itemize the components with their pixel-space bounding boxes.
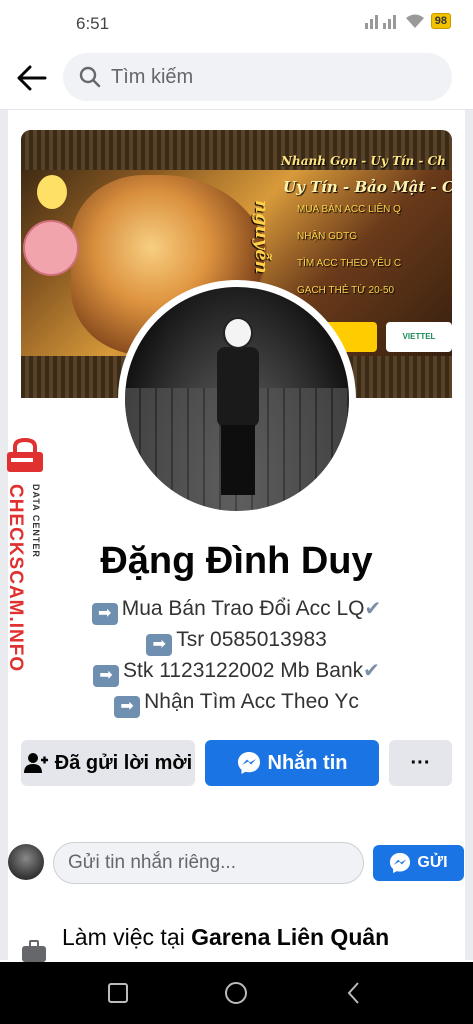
messenger-icon <box>390 852 411 874</box>
signal-icon <box>364 15 396 29</box>
right-arrow-icon: ➡ <box>146 634 173 656</box>
more-options-button[interactable]: ··· <box>389 740 452 786</box>
message-button[interactable]: Nhắn tin <box>205 740 379 786</box>
avatar-legs <box>221 425 255 495</box>
cover-carrier-badge: VIETTEL <box>386 322 452 352</box>
system-navigation-bar <box>0 962 473 1024</box>
search-icon <box>79 66 101 88</box>
search-input[interactable]: Tìm kiếm <box>63 53 452 101</box>
cover-pig-sticker <box>23 220 79 276</box>
right-gutter <box>465 110 473 960</box>
battery-indicator: 98 <box>430 13 451 29</box>
message-label: Nhắn tin <box>267 751 348 774</box>
viewer-avatar <box>8 844 44 880</box>
checkmark-icon: ✔ <box>363 660 380 682</box>
right-arrow-icon: ➡ <box>93 665 120 687</box>
search-header: Tìm kiếm <box>0 48 473 110</box>
checkmark-icon: ✔ <box>364 598 382 620</box>
right-arrow-icon: ➡ <box>91 603 118 625</box>
friend-request-label: Đã gửi lời mời <box>54 751 193 774</box>
profile-name: Đặng Đình Duy <box>100 540 373 582</box>
bio-text: Nhận Tìm Acc Theo Yc <box>144 690 359 713</box>
status-icons: 98 <box>364 13 451 29</box>
bio-text: Mua Bán Trao Đổi Acc LQ <box>121 597 365 620</box>
bio-text: Tsr 0585013983 <box>176 628 327 651</box>
bio-line: ➡ Stk 1123122002 Mb Bank✔ <box>0 656 473 687</box>
bio-line: ➡ Nhận Tìm Acc Theo Yc <box>0 687 473 718</box>
avatar-body <box>217 347 259 427</box>
cover-service-list: MUA BÁN ACC LIÊN Q NHẬN GDTG TÌM ACC THE… <box>297 204 401 312</box>
profile-bio: ➡ Mua Bán Trao Đổi Acc LQ✔ ➡ Tsr 058501398… <box>0 594 473 718</box>
status-bar: 6:51 98 <box>0 0 473 48</box>
bio-line: ➡ Tsr 0585013983 <box>0 625 473 656</box>
cover-service-item: NHẬN GDTG <box>297 231 357 242</box>
wifi-icon <box>405 14 424 28</box>
cover-vertical-word: nguyễn <box>251 200 272 274</box>
cover-chick-sticker <box>37 175 67 209</box>
work-text: Làm việc tại Garena Liên Quân <box>62 924 389 951</box>
private-message-placeholder: Gửi tin nhắn riêng... <box>68 852 236 873</box>
back-button[interactable] <box>14 60 50 96</box>
back-arrow-icon <box>17 65 47 91</box>
avatar-person <box>213 317 261 497</box>
briefcase-icon <box>22 940 46 962</box>
cover-service-item: MUA BÁN ACC LIÊN Q <box>297 204 401 215</box>
person-add-icon <box>23 753 48 773</box>
work-info-row: Làm việc tại Garena Liên Quân <box>21 922 461 962</box>
status-time: 6:51 <box>76 14 110 33</box>
back-chevron-icon <box>347 982 359 1004</box>
lock-icon <box>7 438 43 472</box>
recent-apps-button[interactable] <box>101 976 135 1010</box>
recent-apps-icon <box>108 983 128 1003</box>
home-button[interactable] <box>219 976 253 1010</box>
send-message-button[interactable]: GỬI <box>373 845 464 881</box>
cover-slogan-top: Nhanh Gọn - Uy Tín - Ch <box>281 154 446 168</box>
private-message-input[interactable]: Gửi tin nhắn riêng... <box>53 842 364 884</box>
search-placeholder: Tìm kiếm <box>111 65 194 88</box>
avatar-head <box>223 317 253 349</box>
bio-text: Stk 1123122002 Mb Bank <box>123 659 364 682</box>
work-company[interactable]: Garena Liên Quân <box>191 924 389 950</box>
work-prefix: Làm việc tại <box>62 924 192 950</box>
back-nav-button[interactable] <box>337 976 371 1010</box>
right-arrow-icon: ➡ <box>114 696 141 718</box>
home-icon <box>225 982 247 1004</box>
send-label: GỬI <box>417 854 448 871</box>
cover-carrier-label: VIETTEL <box>402 332 436 341</box>
more-options-icon: ··· <box>410 751 431 774</box>
cover-service-item: GẠCH THẺ TỪ 20-50 <box>297 285 395 296</box>
profile-avatar[interactable] <box>125 287 349 511</box>
cover-slogan-mid: Uy Tín - Bảo Mật - Ch <box>283 178 452 196</box>
bio-line: ➡ Mua Bán Trao Đổi Acc LQ✔ <box>0 594 473 625</box>
cover-service-item: TÌM ACC THEO YÊU C <box>297 258 402 269</box>
messenger-icon <box>237 752 260 774</box>
friend-request-sent-button[interactable]: Đã gửi lời mời <box>21 740 195 786</box>
